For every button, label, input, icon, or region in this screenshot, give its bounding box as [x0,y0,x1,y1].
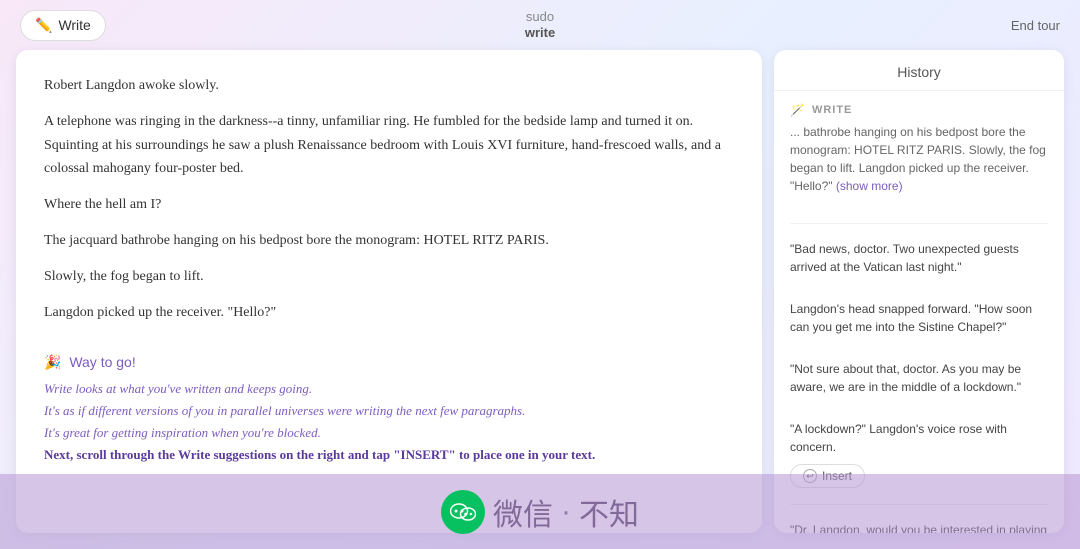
end-tour-button[interactable]: End tour [1011,18,1060,33]
watermark-zhihu-text: 不知 [579,490,639,534]
editor-text: Robert Langdon awoke slowly. A telephone… [44,74,734,324]
wechat-icon [441,490,485,534]
write-label-text: WRITE [812,104,852,116]
sudo-write-logo: sudo write [525,9,555,40]
history-excerpt: ... bathrobe hanging on his bedpost bore… [790,123,1048,195]
paragraph-6: Langdon picked up the receiver. "Hello?" [44,301,734,325]
suggestion-item-2: It's as if different versions of you in … [44,403,734,419]
suggestion-title-text: Way to go! [69,354,135,370]
paragraph-2: A telephone was ringing in the darkness-… [44,110,734,181]
suggestion-item-1: Write looks at what you've written and k… [44,381,734,397]
history-item-3: "Not sure about that, doctor. As you may… [774,352,1064,412]
divider-1 [790,223,1048,224]
write-label: 🪄 WRITE [790,103,1048,117]
history-write-section: 🪄 WRITE ... bathrobe hanging on his bedp… [774,91,1064,215]
app-header: ✏️ Write sudo write End tour [0,0,1080,50]
suggestion-title: 🎉 Way to go! [44,354,734,371]
write-button[interactable]: ✏️ Write [20,10,106,41]
watermark-inner: 微信 · 不知 [0,474,1080,549]
logo-line2: write [525,25,555,41]
write-button-label: Write [58,17,90,33]
history-item-2-text: Langdon's head snapped forward. "How soo… [790,300,1048,336]
wand-icon: 🪄 [790,103,806,117]
paragraph-4: The jacquard bathrobe hanging on his bed… [44,229,734,253]
history-item-3-text: "Not sure about that, doctor. As you may… [790,360,1048,396]
celebration-icon: 🎉 [44,354,61,370]
history-item-1-text: "Bad news, doctor. Two unexpected guests… [790,240,1048,276]
show-more-link[interactable]: (show more) [836,179,903,193]
paragraph-5: Slowly, the fog began to lift. [44,265,734,289]
suggestion-box: 🎉 Way to go! Write looks at what you've … [44,344,734,463]
editor-panel: Robert Langdon awoke slowly. A telephone… [16,50,762,533]
history-header: History [774,50,1064,91]
paragraph-3: Where the hell am I? [44,193,734,217]
history-panel: History 🪄 WRITE ... bathrobe hanging on … [774,50,1064,533]
history-item-2: Langdon's head snapped forward. "How soo… [774,292,1064,352]
pencil-icon: ✏️ [35,17,52,34]
excerpt-text: ... bathrobe hanging on his bedpost bore… [790,125,1046,193]
logo-line1: sudo [525,9,555,25]
history-item-4-text: "A lockdown?" Langdon's voice rose with … [790,420,1048,456]
paragraph-1: Robert Langdon awoke slowly. [44,74,734,98]
suggestion-cta: Next, scroll through the Write suggestio… [44,447,734,463]
watermark-dot: · [561,495,571,529]
logo-area: ✏️ Write [20,10,106,41]
watermark-wechat-text: 微信 [493,490,553,534]
history-item-1: "Bad news, doctor. Two unexpected guests… [774,232,1064,292]
watermark-overlay: 微信 · 不知 [0,474,1080,549]
suggestion-item-3: It's great for getting inspiration when … [44,425,734,441]
